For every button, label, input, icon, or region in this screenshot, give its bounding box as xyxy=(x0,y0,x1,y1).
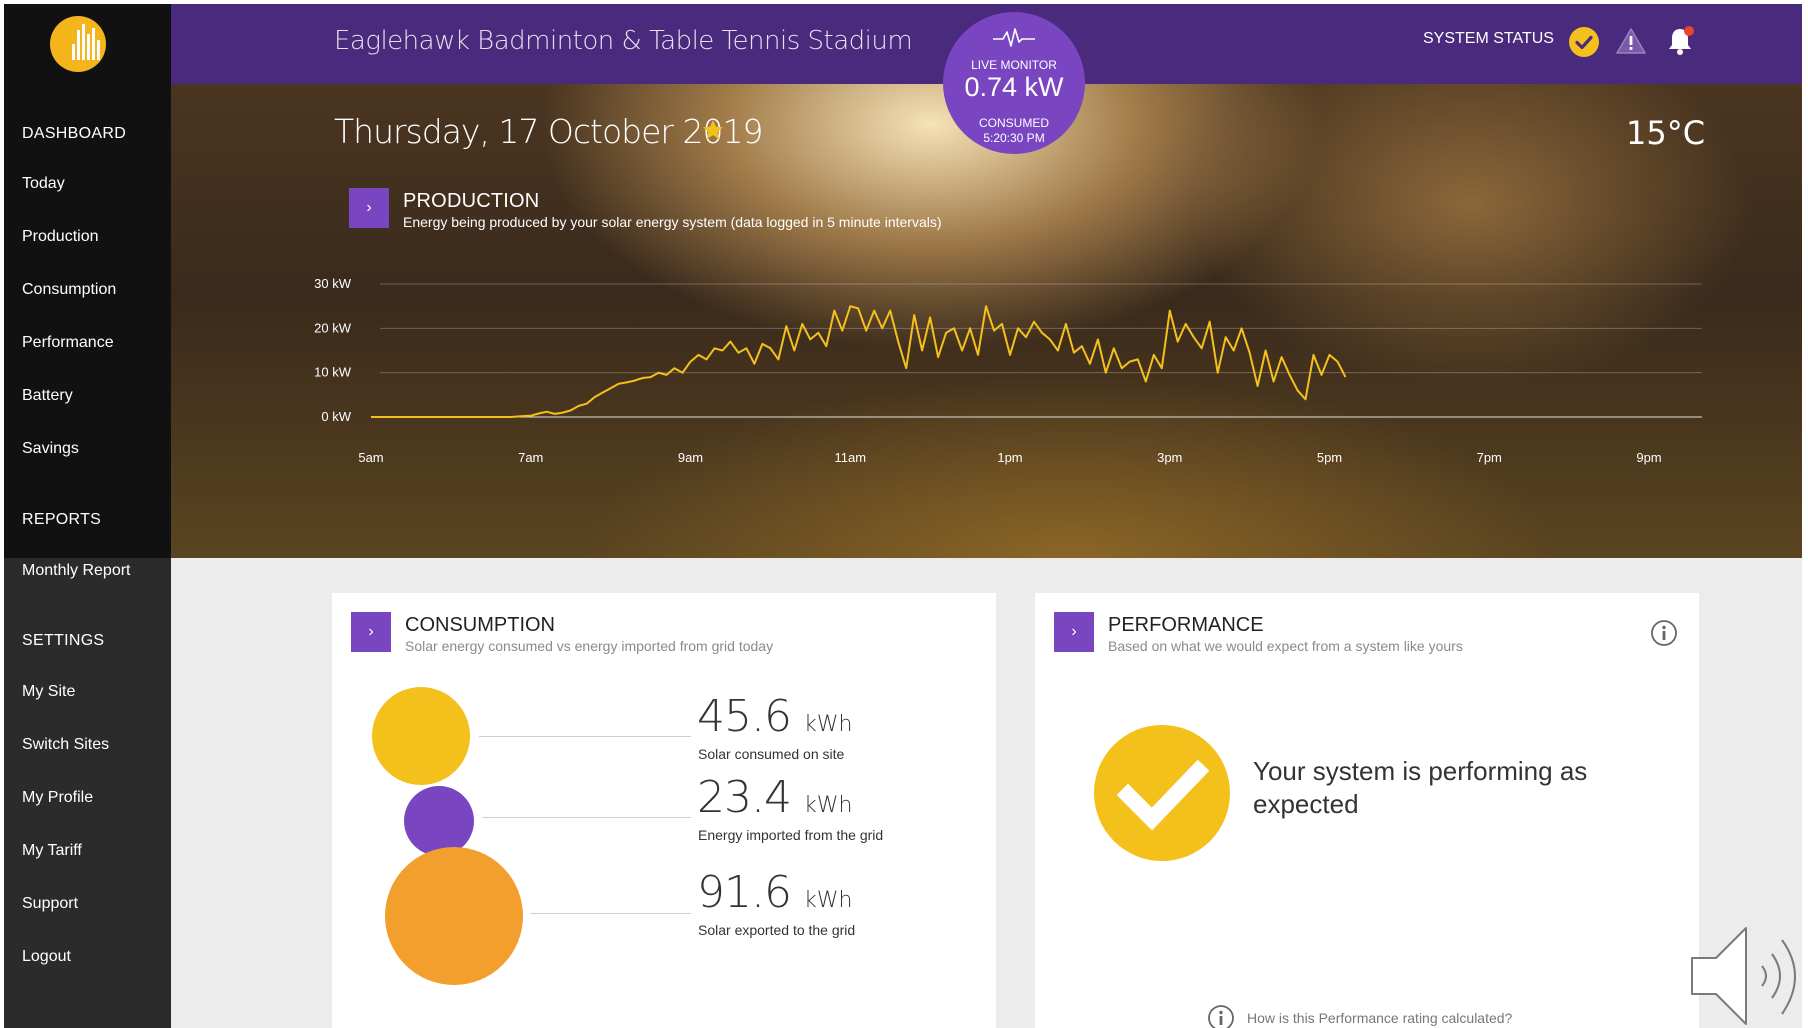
grid-imported-bubble xyxy=(404,786,474,856)
sidebar-item-logout[interactable]: Logout xyxy=(22,948,71,966)
production-title: PRODUCTION xyxy=(403,190,540,212)
x-tick-label: 7pm xyxy=(1477,450,1502,465)
sidebar-item-my-tariff[interactable]: My Tariff xyxy=(22,842,82,860)
x-tick-label: 9am xyxy=(678,450,703,465)
live-monitor-label: LIVE MONITOR xyxy=(971,58,1057,72)
sidebar-item-savings[interactable]: Savings xyxy=(22,440,79,458)
sidebar-item-my-profile[interactable]: My Profile xyxy=(22,789,93,807)
x-tick-label: 1pm xyxy=(997,450,1022,465)
site-title[interactable]: Eaglehawk Badminton & Table Tennis Stadi… xyxy=(334,26,913,56)
consumption-subtitle: Solar energy consumed vs energy imported… xyxy=(405,638,774,654)
y-tick-label: 20 kW xyxy=(314,320,352,335)
consumption-card: › CONSUMPTION Solar energy consumed vs e… xyxy=(332,593,996,1028)
production-chart: 0 kW 10 kW 20 kW 30 kW 5am 7am 9am 11am 1pm 3pm 5p… xyxy=(314,276,1702,465)
warning-icon[interactable] xyxy=(1615,26,1647,56)
nav-section-reports: REPORTS xyxy=(22,511,102,528)
app-frame: DASHBOARD Today Production Consumption P… xyxy=(4,4,1802,1028)
logo[interactable] xyxy=(4,4,171,84)
sidebar-item-my-site[interactable]: My Site xyxy=(22,683,75,701)
y-tick-label: 0 kW xyxy=(321,409,351,424)
solar-exported-label: Solar exported to the grid xyxy=(698,922,856,938)
x-tick-label: 3pm xyxy=(1157,450,1182,465)
bell-icon[interactable] xyxy=(1665,24,1697,58)
star-icon[interactable] xyxy=(701,118,725,142)
solar-logo-icon xyxy=(50,16,106,72)
production-expand-button[interactable]: › xyxy=(349,188,389,228)
solar-exported-value: 91.6 kWh xyxy=(697,867,853,918)
sidebar-dashboard-panel xyxy=(4,84,171,558)
info-icon[interactable] xyxy=(1650,619,1678,647)
performance-expand-button[interactable]: › xyxy=(1054,612,1094,652)
y-tick-label: 10 kW xyxy=(314,365,352,380)
x-tick-label: 5am xyxy=(358,450,383,465)
live-monitor-time: 5:20:30 PM xyxy=(983,131,1045,145)
performance-subtitle: Based on what we would expect from a sys… xyxy=(1108,638,1463,654)
current-date: Thursday, 17 October 2019 xyxy=(334,112,763,151)
info-icon xyxy=(1208,1005,1234,1028)
grid-imported-value: 23.4 kWh xyxy=(697,772,853,823)
production-hero: 0 kW 10 kW 20 kW 30 kW 5am 7am 9am 11am 1pm 3pm 5p… xyxy=(171,84,1802,558)
solar-consumed-label: Solar consumed on site xyxy=(698,746,845,762)
live-monitor[interactable]: LIVE MONITOR 0.74 kW CONSUMED 5:20:30 PM xyxy=(943,12,1085,154)
solar-consumed-value: 45.6 kWh xyxy=(697,691,853,742)
sidebar-item-monthly-report[interactable]: Monthly Report xyxy=(22,562,131,580)
sidebar: DASHBOARD Today Production Consumption P… xyxy=(4,4,171,1028)
solar-exported-bubble xyxy=(385,847,523,985)
performance-message: Your system is performing as expected xyxy=(1253,756,1588,819)
x-tick-label: 5pm xyxy=(1317,450,1342,465)
production-subtitle: Energy being produced by your solar ener… xyxy=(403,214,942,230)
sidebar-item-switch-sites[interactable]: Switch Sites xyxy=(22,736,109,754)
sidebar-item-production[interactable]: Production xyxy=(22,228,99,246)
nav-section-settings: SETTINGS xyxy=(22,632,105,649)
sidebar-item-performance[interactable]: Performance xyxy=(22,334,114,352)
performance-card: › PERFORMANCE Based on what we would exp… xyxy=(1035,593,1699,1028)
connector-line xyxy=(530,913,691,914)
x-tick-label: 7am xyxy=(518,450,543,465)
consumption-title: CONSUMPTION xyxy=(405,614,555,636)
performance-title: PERFORMANCE xyxy=(1108,614,1264,636)
check-circle-icon[interactable] xyxy=(1569,27,1599,57)
connector-line xyxy=(479,736,691,737)
performance-rating-link-text: How is this Performance rating calculate… xyxy=(1247,1010,1513,1026)
live-monitor-status: CONSUMED xyxy=(978,116,1049,130)
y-tick-label: 30 kW xyxy=(314,276,352,291)
consumption-expand-button[interactable]: › xyxy=(351,612,391,652)
sidebar-item-consumption[interactable]: Consumption xyxy=(22,281,116,299)
system-status-label: SYSTEM STATUS xyxy=(1423,30,1554,47)
grid-imported-label: Energy imported from the grid xyxy=(698,827,884,843)
connector-line xyxy=(482,817,691,818)
live-monitor-value: 0.74 kW xyxy=(964,72,1064,102)
sidebar-item-today[interactable]: Today xyxy=(22,175,65,193)
pulse-icon xyxy=(993,28,1035,47)
nav-section-dashboard: DASHBOARD xyxy=(22,125,127,142)
sidebar-item-battery[interactable]: Battery xyxy=(22,387,73,405)
x-tick-label: 9pm xyxy=(1636,450,1661,465)
sidebar-item-support[interactable]: Support xyxy=(22,895,78,913)
x-tick-label: 11am xyxy=(834,450,866,465)
speaker-icon[interactable] xyxy=(1690,922,1802,1028)
performance-rating-link[interactable]: How is this Performance rating calculate… xyxy=(1207,1004,1512,1028)
solar-consumed-bubble xyxy=(372,687,470,785)
production-series-line xyxy=(371,305,1347,418)
performance-check-icon xyxy=(1094,725,1230,861)
temperature: 15°C xyxy=(1626,114,1706,152)
